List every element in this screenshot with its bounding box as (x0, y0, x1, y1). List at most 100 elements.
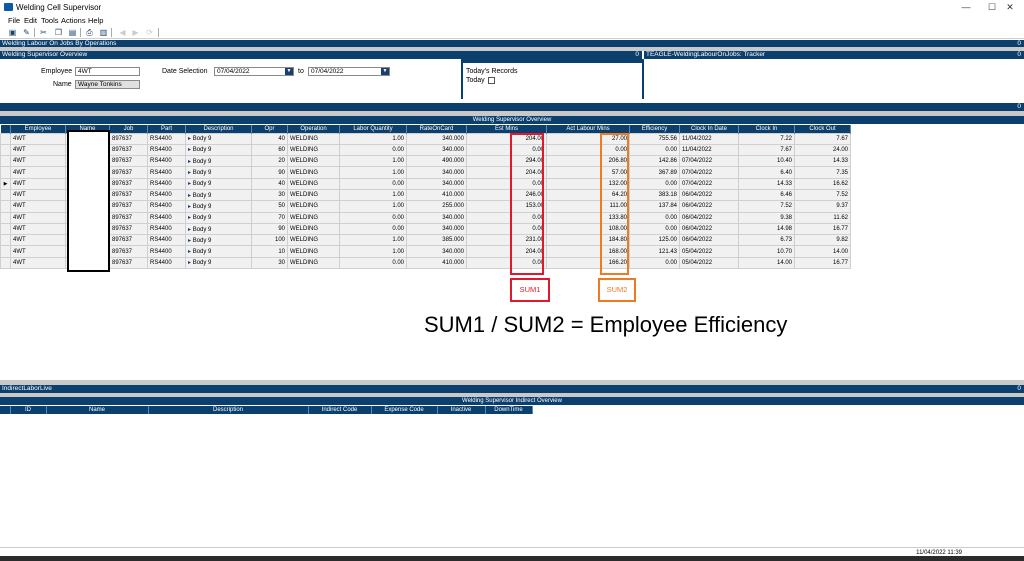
document-icon[interactable]: ▥ (99, 28, 108, 37)
cell-part[interactable]: RS4400 (147, 234, 186, 247)
date-to-input[interactable]: 07/04/2022 ▼ (308, 67, 390, 76)
cell-clock-in-date[interactable]: 05/04/2022 (679, 256, 739, 270)
cell-clock-out[interactable]: 24.00 (794, 143, 851, 157)
cell-clock-out[interactable]: 9.82 (794, 234, 851, 247)
cell-clock-in[interactable]: 9.38 (738, 211, 795, 224)
cell-labor-quantity[interactable]: 0.00 (339, 256, 407, 270)
cell-clock-in-date[interactable]: 07/04/2022 (679, 177, 739, 190)
cell-rateoncard[interactable]: 340.000 (406, 166, 467, 179)
cell-clock-in-date[interactable]: 06/04/2022 (679, 222, 739, 236)
cell-clock-in-date[interactable]: 11/04/2022 (679, 143, 739, 157)
cell-clock-out[interactable]: 16.77 (794, 222, 851, 236)
cell-employee[interactable]: 4WT (10, 132, 66, 145)
cell-job[interactable]: 897637 (109, 234, 148, 247)
col-part[interactable]: Part (147, 125, 186, 133)
cell-employee[interactable]: 4WT (10, 143, 66, 157)
row-selector[interactable] (0, 211, 11, 224)
row-selector[interactable] (0, 155, 11, 168)
row-selector[interactable] (0, 200, 11, 213)
cell-opr[interactable]: 60 (251, 143, 288, 157)
cell-job[interactable]: 897637 (109, 245, 148, 258)
cell-job[interactable]: 897637 (109, 143, 148, 157)
cell-operation[interactable]: WELDING (287, 177, 340, 190)
cell-description[interactable]: ▸ Body 9 (185, 177, 252, 190)
cell-efficiency[interactable]: 367.89 (629, 166, 680, 179)
cell-clock-out[interactable]: 16.62 (794, 177, 851, 190)
cell-part[interactable]: RS4400 (147, 256, 186, 270)
cell-description[interactable]: ▸ Body 9 (185, 234, 252, 247)
row-selector[interactable] (0, 222, 11, 236)
cell-clock-in-date[interactable]: 11/04/2022 (679, 132, 739, 145)
cell-labor-quantity[interactable]: 0.00 (339, 211, 407, 224)
cell-opr[interactable]: 90 (251, 166, 288, 179)
cell-clock-in[interactable]: 6.73 (738, 234, 795, 247)
col-opr[interactable]: Opr (251, 125, 288, 133)
cell-part[interactable]: RS4400 (147, 155, 186, 168)
cell-rateoncard[interactable]: 340.000 (406, 211, 467, 224)
cell-part[interactable]: RS4400 (147, 166, 186, 179)
cell-clock-out[interactable]: 11.62 (794, 211, 851, 224)
cell-clock-out[interactable]: 16.77 (794, 256, 851, 270)
row-selector[interactable] (0, 245, 11, 258)
cell-opr[interactable]: 90 (251, 222, 288, 236)
cell-part[interactable]: RS4400 (147, 245, 186, 258)
row-selector[interactable]: ▶ (0, 177, 11, 190)
cell-efficiency[interactable]: 121.43 (629, 245, 680, 258)
cell-opr[interactable]: 40 (251, 132, 288, 145)
table-row[interactable]: 4WT 897637 RS4400 ▸ Body 9 20 WELDING 1.00 490.… (0, 155, 851, 168)
cell-part[interactable]: RS4400 (147, 200, 186, 213)
cell-labor-quantity[interactable]: 1.00 (339, 200, 407, 213)
cell-efficiency[interactable]: 383.18 (629, 188, 680, 202)
row-selector[interactable] (0, 132, 11, 145)
cell-operation[interactable]: WELDING (287, 200, 340, 213)
cell-labor-quantity[interactable]: 0.00 (339, 143, 407, 157)
col-clock-in-date[interactable]: Clock In Date (679, 125, 739, 133)
cell-description[interactable]: ▸ Body 9 (185, 245, 252, 258)
cell-efficiency[interactable]: 142.86 (629, 155, 680, 168)
cell-opr[interactable]: 70 (251, 211, 288, 224)
cell-rateoncard[interactable]: 340.000 (406, 222, 467, 236)
table-row[interactable]: 4WT 897637 RS4400 ▸ Body 9 10 WELDING 1.00 340.… (0, 245, 851, 258)
col-employee[interactable]: Employee (10, 125, 66, 133)
col-clock-out[interactable]: Clock Out (794, 125, 851, 133)
cell-description[interactable]: ▸ Body 9 (185, 211, 252, 224)
table-row[interactable]: 4WT 897637 RS4400 ▸ Body 9 30 WELDING 0.00 410.… (0, 256, 851, 270)
table-row[interactable]: ▶ 4WT 897637 RS4400 ▸ Body 9 40 WELDING 0.00 340… (0, 177, 851, 190)
row-selector[interactable] (0, 256, 11, 270)
cell-labor-quantity[interactable]: 1.00 (339, 155, 407, 168)
table-row[interactable]: 4WT 897637 RS4400 ▸ Body 9 90 WELDING 0.00 340.… (0, 222, 851, 236)
menu-file[interactable]: File (8, 16, 20, 25)
cell-job[interactable]: 897637 (109, 177, 148, 190)
cell-opr[interactable]: 30 (251, 256, 288, 270)
cell-operation[interactable]: WELDING (287, 143, 340, 157)
cell-efficiency[interactable]: 0.00 (629, 256, 680, 270)
cell-efficiency[interactable]: 0.00 (629, 177, 680, 190)
cell-job[interactable]: 897637 (109, 256, 148, 270)
cell-clock-in[interactable]: 7.67 (738, 143, 795, 157)
cell-clock-in[interactable]: 14.33 (738, 177, 795, 190)
cell-employee[interactable]: 4WT (10, 177, 66, 190)
row-selector[interactable] (0, 166, 11, 179)
row-selector[interactable] (0, 188, 11, 202)
cell-clock-out[interactable]: 7.67 (794, 132, 851, 145)
cell-part[interactable]: RS4400 (147, 177, 186, 190)
close-button[interactable]: ✕ (996, 1, 1024, 13)
cell-employee[interactable]: 4WT (10, 245, 66, 258)
cell-opr[interactable]: 40 (251, 177, 288, 190)
row-selector[interactable] (0, 143, 11, 157)
cell-efficiency[interactable]: 0.00 (629, 222, 680, 236)
cell-rateoncard[interactable]: 340.000 (406, 177, 467, 190)
print-icon[interactable]: ⎙ (85, 28, 94, 37)
menu-tools[interactable]: Tools (41, 16, 59, 25)
col-labor-quantity[interactable]: Labor Quantity (339, 125, 407, 133)
cell-operation[interactable]: WELDING (287, 132, 340, 145)
cell-clock-out[interactable]: 7.35 (794, 166, 851, 179)
cell-operation[interactable]: WELDING (287, 166, 340, 179)
table-row[interactable]: 4WT 897637 RS4400 ▸ Body 9 70 WELDING 0.00 340.… (0, 211, 851, 224)
cell-clock-out[interactable]: 14.33 (794, 155, 851, 168)
cell-clock-in-date[interactable]: 07/04/2022 (679, 166, 739, 179)
cell-rateoncard[interactable]: 340.000 (406, 143, 467, 157)
cell-clock-in-date[interactable]: 06/04/2022 (679, 200, 739, 213)
col-description[interactable]: Description (148, 406, 309, 414)
cell-operation[interactable]: WELDING (287, 222, 340, 236)
